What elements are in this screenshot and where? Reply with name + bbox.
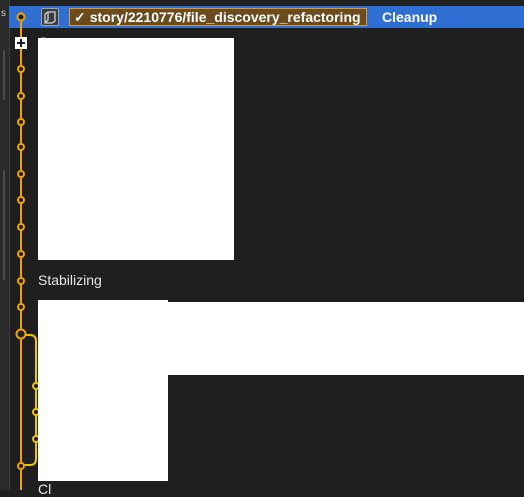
commit-node[interactable] bbox=[17, 223, 25, 231]
commit-node[interactable] bbox=[16, 12, 26, 22]
redacted-region bbox=[38, 38, 234, 260]
redacted-region bbox=[168, 302, 524, 375]
check-icon: ✓ bbox=[74, 9, 86, 25]
redacted-region bbox=[38, 300, 168, 481]
commit-node[interactable] bbox=[17, 92, 25, 100]
commit-message: Cleanup bbox=[382, 9, 438, 25]
commit-node[interactable] bbox=[17, 277, 25, 285]
commit-node[interactable] bbox=[17, 170, 25, 178]
commit-node[interactable] bbox=[17, 65, 25, 73]
commit-message: Stabilizing bbox=[38, 272, 102, 288]
commit-node[interactable] bbox=[17, 303, 25, 311]
selected-commit-row[interactable]: ✓ story/2210776/file_discovery_refactorin… bbox=[9, 6, 524, 28]
branch-label[interactable]: ✓ story/2210776/file_discovery_refactorin… bbox=[69, 8, 367, 26]
commit-node[interactable] bbox=[17, 118, 25, 126]
commit-node[interactable] bbox=[17, 196, 25, 204]
graph-merge-branch bbox=[23, 334, 37, 466]
commit-node[interactable] bbox=[17, 143, 25, 151]
commit-message: Cl bbox=[38, 481, 52, 497]
commit-node[interactable] bbox=[17, 462, 25, 470]
commit-node[interactable] bbox=[17, 250, 25, 258]
branch-name: story/2210776/file_discovery_refactoring bbox=[89, 9, 361, 25]
merge-commit-node[interactable] bbox=[15, 328, 27, 340]
